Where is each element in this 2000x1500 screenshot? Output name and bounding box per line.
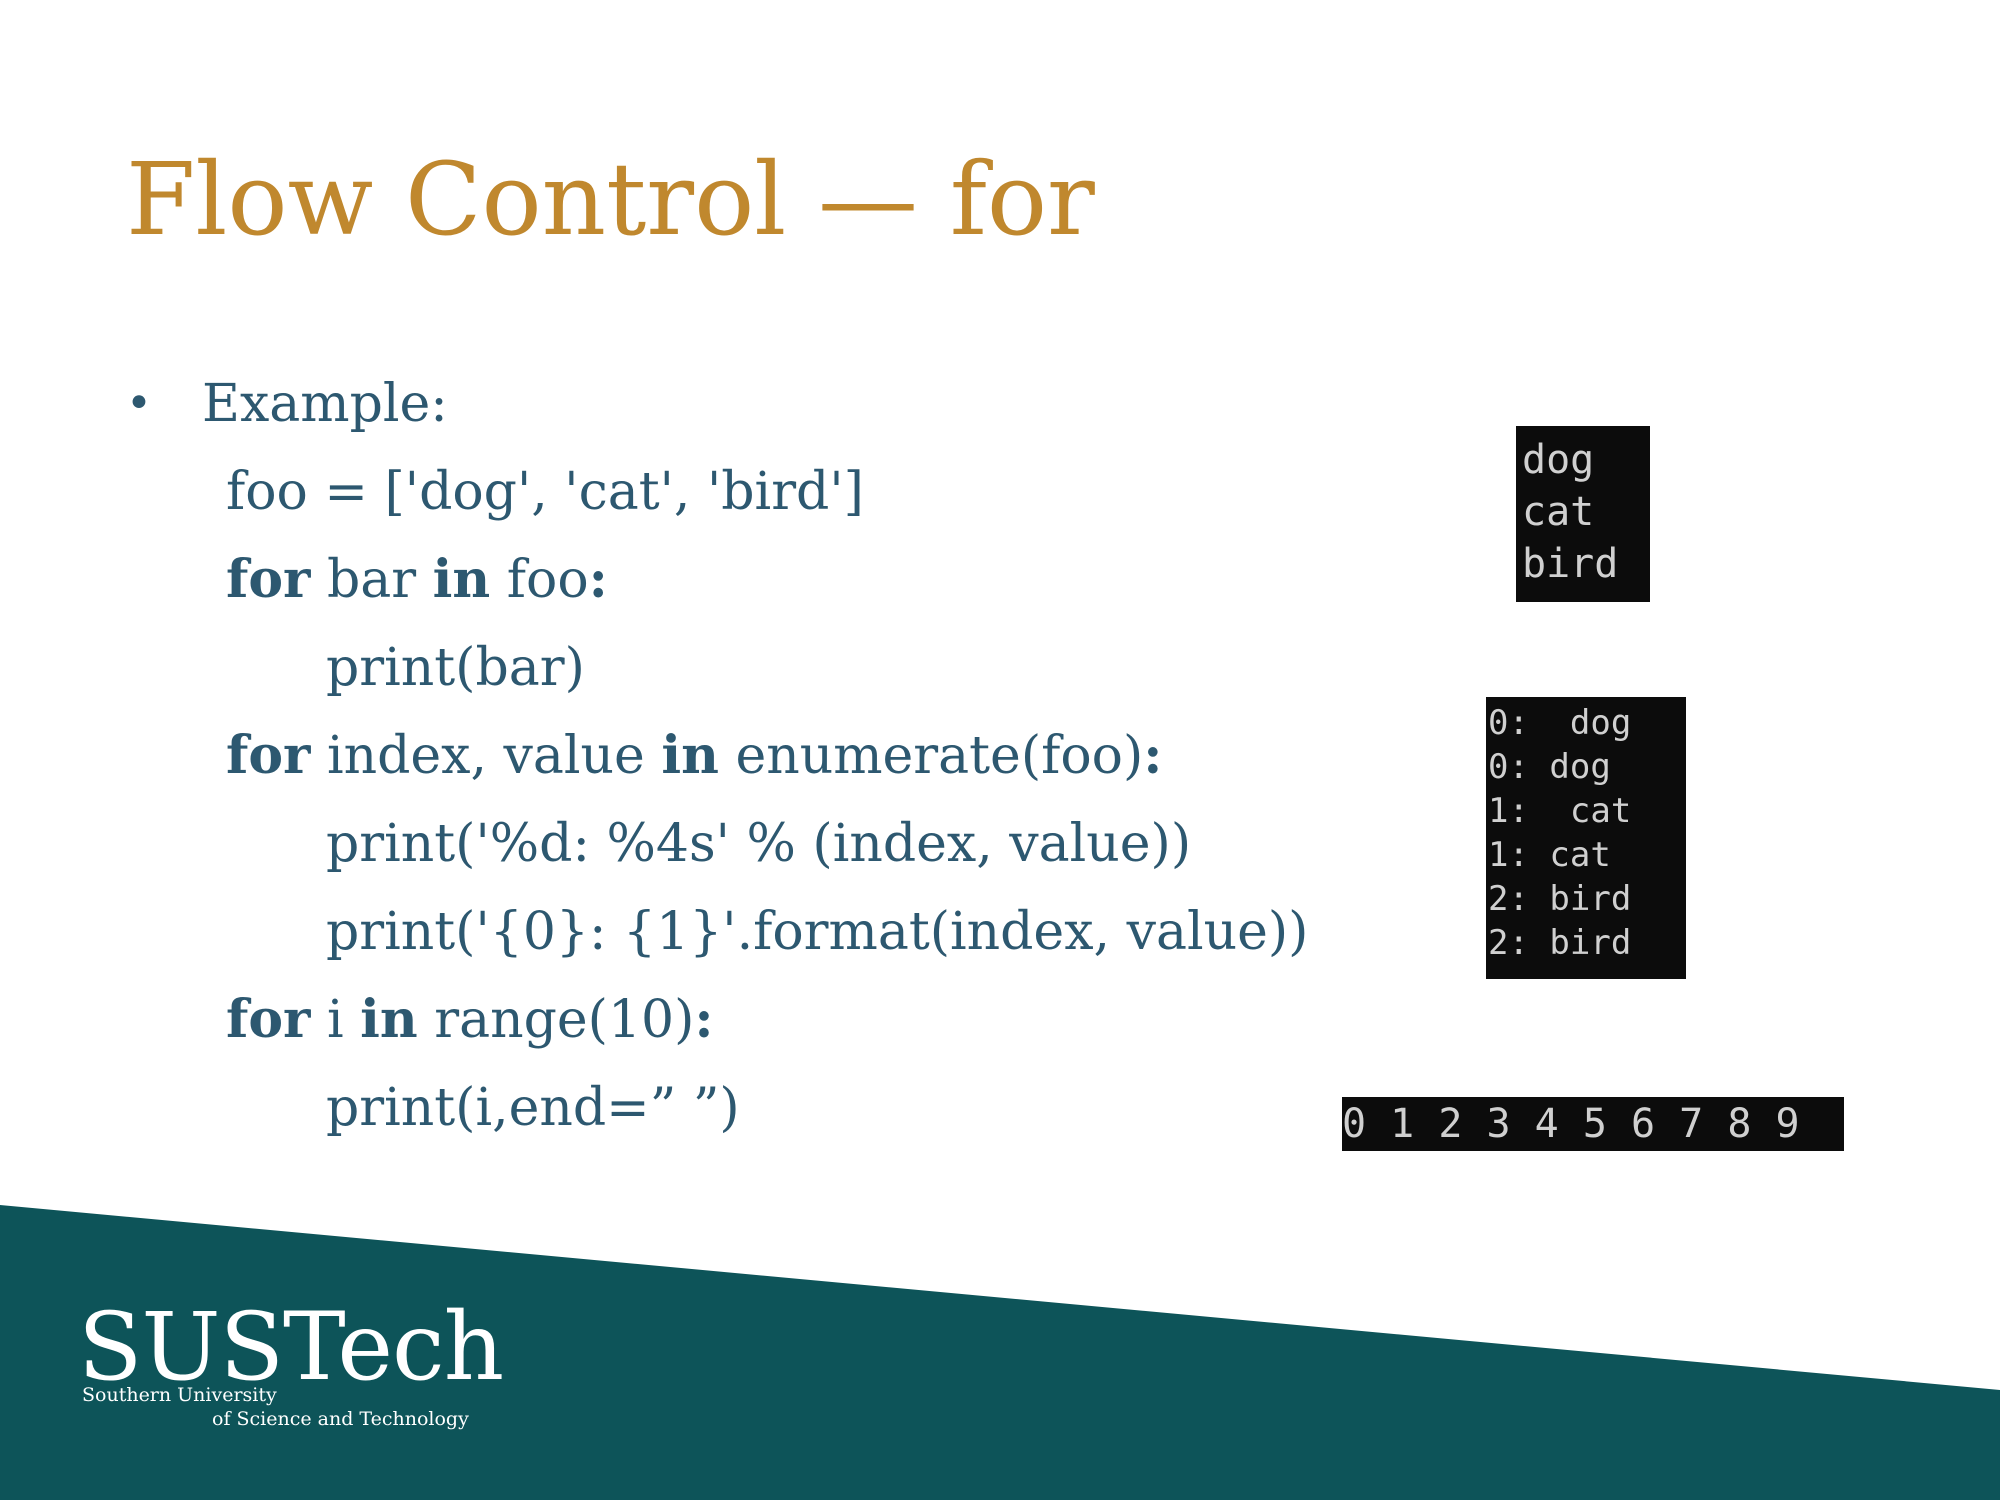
slide: Flow Control — for • Example: foo = ['do… xyxy=(0,0,2000,1500)
logo-subtitle-line-1: Southern University xyxy=(82,1384,277,1406)
sustech-logo: SUSTech Southern University of Science a… xyxy=(78,1293,504,1431)
footer-band xyxy=(0,1205,2000,1500)
logo-wordmark: SUSTech xyxy=(78,1293,504,1402)
logo-subtitle-line-2: of Science and Technology xyxy=(212,1408,469,1430)
